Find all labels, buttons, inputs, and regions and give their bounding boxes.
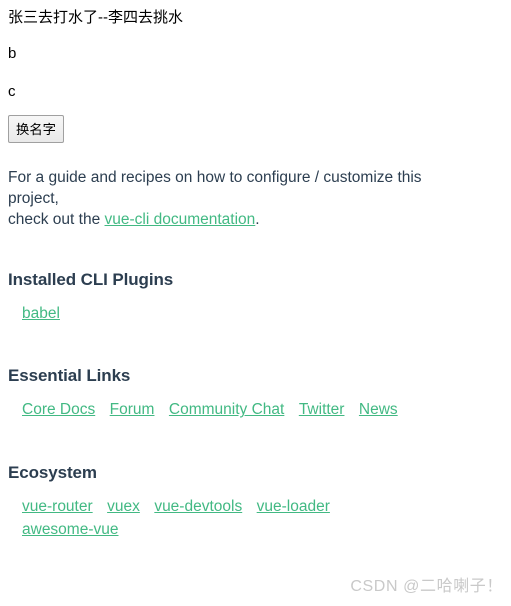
custom-title-text: 张三去打水了--李四去挑水 <box>8 9 183 26</box>
list-item: News <box>359 398 398 421</box>
vue-cli-documentation-link[interactable]: vue-cli documentation <box>105 211 256 228</box>
heading-essential-links: Essential Links <box>8 366 131 386</box>
custom-message-block: 张三去打水了--李四去挑水 b c <box>0 0 511 101</box>
heading-ecosystem: Ecosystem <box>8 462 97 482</box>
list-item: babel <box>22 302 60 325</box>
plugin-link-babel[interactable]: babel <box>22 305 60 322</box>
custom-line-b: b <box>8 44 17 62</box>
essential-link-forum[interactable]: Forum <box>110 401 155 418</box>
list-item: awesome-vue <box>22 518 482 541</box>
list-item: vue-loader <box>257 495 330 518</box>
list-item: vue-router <box>22 495 93 518</box>
list-item: vuex <box>107 495 140 518</box>
list-item: vue-devtools <box>154 495 242 518</box>
app-root: 张三去打水了--李四去挑水 b c 换名字 For a guide and re… <box>0 0 511 542</box>
list-item: Core Docs <box>22 398 95 421</box>
custom-line-c: c <box>8 82 16 100</box>
rename-button[interactable]: 换名字 <box>8 115 64 144</box>
intro-text-line2: check out the <box>8 211 105 229</box>
hello-world-block: For a guide and recipes on how to config… <box>0 143 511 542</box>
intro-text-line1: For a guide and recipes on how to config… <box>8 169 422 208</box>
essential-link-news[interactable]: News <box>359 401 398 418</box>
essential-links-list: Core Docs Forum Community Chat Twitter N… <box>8 386 487 421</box>
ecosystem-link-awesome-vue[interactable]: awesome-vue <box>22 521 119 538</box>
list-item: Twitter <box>299 398 345 421</box>
essential-link-core-docs[interactable]: Core Docs <box>22 401 95 418</box>
installed-plugins-list: babel <box>8 290 487 325</box>
ecosystem-links-list: vue-router vuex vue-devtools vue-loader … <box>8 483 487 542</box>
intro-text-period: . <box>255 211 260 229</box>
ecosystem-link-vue-loader[interactable]: vue-loader <box>257 498 330 515</box>
csdn-watermark: CSDN @二哈喇子！ <box>350 578 503 595</box>
list-item: Community Chat <box>169 398 284 421</box>
button-row: 换名字 <box>0 101 511 144</box>
ecosystem-link-vue-router[interactable]: vue-router <box>22 498 93 515</box>
list-item: Forum <box>110 398 155 421</box>
heading-installed-cli-plugins: Installed CLI Plugins <box>8 270 174 290</box>
essential-link-twitter[interactable]: Twitter <box>299 401 345 418</box>
ecosystem-link-vuex[interactable]: vuex <box>107 498 140 515</box>
ecosystem-link-vue-devtools[interactable]: vue-devtools <box>154 498 242 515</box>
essential-link-community-chat[interactable]: Community Chat <box>169 401 284 418</box>
intro-paragraph: For a guide and recipes on how to config… <box>8 143 474 231</box>
